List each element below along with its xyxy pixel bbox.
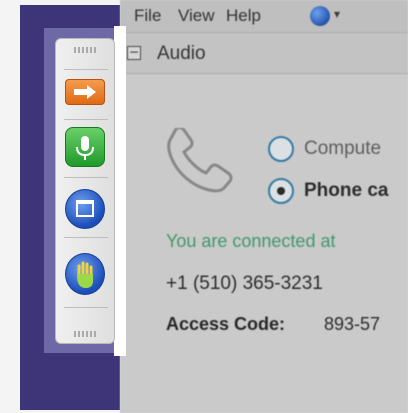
window-button[interactable] (65, 189, 105, 229)
divider (64, 307, 108, 308)
toolbar-edge (114, 26, 126, 356)
microphone-icon (76, 136, 94, 160)
microphone-button[interactable] (65, 127, 105, 167)
window-icon (76, 200, 94, 217)
arrow-right-icon (74, 85, 96, 99)
dim-overlay (120, 0, 408, 413)
divider (64, 177, 108, 178)
raise-hand-button[interactable] (65, 253, 105, 295)
divider (64, 69, 108, 70)
drag-handle-bottom[interactable] (74, 331, 96, 337)
drag-handle-top[interactable] (74, 47, 96, 53)
divider (64, 119, 108, 120)
divider (64, 237, 108, 238)
share-button[interactable] (65, 79, 105, 105)
hand-icon (77, 261, 94, 288)
floating-toolbar (55, 38, 115, 344)
